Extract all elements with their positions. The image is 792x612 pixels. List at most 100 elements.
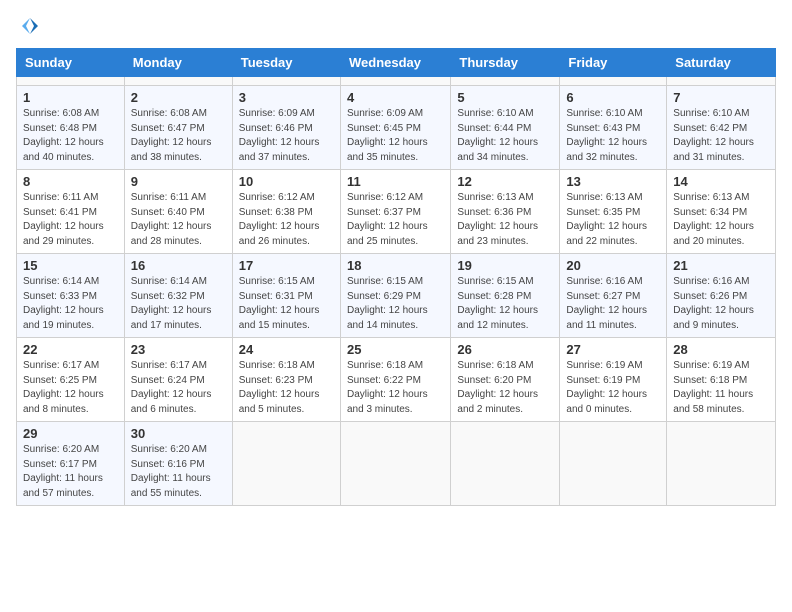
day-info: Sunrise: 6:14 AMSunset: 6:32 PMDaylight:…	[131, 275, 226, 333]
calendar-cell: 26 Sunrise: 6:18 AMSunset: 6:20 PMDaylig…	[451, 338, 560, 422]
day-number: 13	[566, 174, 660, 189]
calendar-cell	[17, 77, 125, 86]
calendar-week-row: 1 Sunrise: 6:08 AMSunset: 6:48 PMDayligh…	[17, 86, 776, 170]
day-info: Sunrise: 6:15 AMSunset: 6:28 PMDaylight:…	[457, 275, 553, 333]
calendar-week-row: 29 Sunrise: 6:20 AMSunset: 6:17 PMDaylig…	[17, 422, 776, 506]
day-number: 30	[131, 426, 226, 441]
logo-icon	[20, 16, 40, 36]
calendar-cell	[667, 77, 776, 86]
calendar-cell: 15 Sunrise: 6:14 AMSunset: 6:33 PMDaylig…	[17, 254, 125, 338]
day-number: 9	[131, 174, 226, 189]
day-header-saturday: Saturday	[667, 49, 776, 77]
calendar-cell	[340, 77, 450, 86]
calendar-cell	[232, 422, 340, 506]
day-number: 3	[239, 90, 334, 105]
day-number: 12	[457, 174, 553, 189]
calendar-week-row: 22 Sunrise: 6:17 AMSunset: 6:25 PMDaylig…	[17, 338, 776, 422]
calendar-cell	[124, 77, 232, 86]
day-header-sunday: Sunday	[17, 49, 125, 77]
calendar-cell: 14 Sunrise: 6:13 AMSunset: 6:34 PMDaylig…	[667, 170, 776, 254]
day-number: 6	[566, 90, 660, 105]
day-info: Sunrise: 6:17 AMSunset: 6:24 PMDaylight:…	[131, 359, 226, 417]
day-number: 22	[23, 342, 118, 357]
calendar-cell: 27 Sunrise: 6:19 AMSunset: 6:19 PMDaylig…	[560, 338, 667, 422]
day-header-friday: Friday	[560, 49, 667, 77]
day-header-monday: Monday	[124, 49, 232, 77]
calendar-cell: 23 Sunrise: 6:17 AMSunset: 6:24 PMDaylig…	[124, 338, 232, 422]
day-info: Sunrise: 6:10 AMSunset: 6:44 PMDaylight:…	[457, 107, 553, 165]
day-info: Sunrise: 6:09 AMSunset: 6:45 PMDaylight:…	[347, 107, 444, 165]
day-number: 28	[673, 342, 769, 357]
day-info: Sunrise: 6:10 AMSunset: 6:42 PMDaylight:…	[673, 107, 769, 165]
page-header	[16, 16, 776, 36]
calendar-cell: 18 Sunrise: 6:15 AMSunset: 6:29 PMDaylig…	[340, 254, 450, 338]
day-number: 26	[457, 342, 553, 357]
day-number: 23	[131, 342, 226, 357]
calendar-cell: 21 Sunrise: 6:16 AMSunset: 6:26 PMDaylig…	[667, 254, 776, 338]
day-info: Sunrise: 6:11 AMSunset: 6:40 PMDaylight:…	[131, 191, 226, 249]
day-number: 24	[239, 342, 334, 357]
day-info: Sunrise: 6:14 AMSunset: 6:33 PMDaylight:…	[23, 275, 118, 333]
day-number: 10	[239, 174, 334, 189]
day-number: 17	[239, 258, 334, 273]
calendar-cell: 4 Sunrise: 6:09 AMSunset: 6:45 PMDayligh…	[340, 86, 450, 170]
day-number: 4	[347, 90, 444, 105]
day-info: Sunrise: 6:12 AMSunset: 6:38 PMDaylight:…	[239, 191, 334, 249]
day-info: Sunrise: 6:19 AMSunset: 6:19 PMDaylight:…	[566, 359, 660, 417]
calendar-cell: 22 Sunrise: 6:17 AMSunset: 6:25 PMDaylig…	[17, 338, 125, 422]
day-info: Sunrise: 6:15 AMSunset: 6:29 PMDaylight:…	[347, 275, 444, 333]
day-info: Sunrise: 6:13 AMSunset: 6:35 PMDaylight:…	[566, 191, 660, 249]
day-info: Sunrise: 6:12 AMSunset: 6:37 PMDaylight:…	[347, 191, 444, 249]
calendar-cell: 12 Sunrise: 6:13 AMSunset: 6:36 PMDaylig…	[451, 170, 560, 254]
day-number: 2	[131, 90, 226, 105]
day-info: Sunrise: 6:18 AMSunset: 6:20 PMDaylight:…	[457, 359, 553, 417]
calendar-week-row: 15 Sunrise: 6:14 AMSunset: 6:33 PMDaylig…	[17, 254, 776, 338]
calendar-cell	[340, 422, 450, 506]
day-number: 11	[347, 174, 444, 189]
day-number: 8	[23, 174, 118, 189]
day-header-thursday: Thursday	[451, 49, 560, 77]
day-info: Sunrise: 6:15 AMSunset: 6:31 PMDaylight:…	[239, 275, 334, 333]
calendar-header-row: SundayMondayTuesdayWednesdayThursdayFrid…	[17, 49, 776, 77]
calendar-cell	[232, 77, 340, 86]
calendar-cell: 5 Sunrise: 6:10 AMSunset: 6:44 PMDayligh…	[451, 86, 560, 170]
day-info: Sunrise: 6:19 AMSunset: 6:18 PMDaylight:…	[673, 359, 769, 417]
calendar-cell	[560, 77, 667, 86]
calendar-week-row	[17, 77, 776, 86]
day-number: 14	[673, 174, 769, 189]
calendar-cell: 25 Sunrise: 6:18 AMSunset: 6:22 PMDaylig…	[340, 338, 450, 422]
day-info: Sunrise: 6:10 AMSunset: 6:43 PMDaylight:…	[566, 107, 660, 165]
calendar-table: SundayMondayTuesdayWednesdayThursdayFrid…	[16, 48, 776, 506]
day-info: Sunrise: 6:18 AMSunset: 6:23 PMDaylight:…	[239, 359, 334, 417]
day-number: 27	[566, 342, 660, 357]
day-number: 20	[566, 258, 660, 273]
day-info: Sunrise: 6:08 AMSunset: 6:48 PMDaylight:…	[23, 107, 118, 165]
calendar-cell	[451, 422, 560, 506]
day-header-tuesday: Tuesday	[232, 49, 340, 77]
day-number: 16	[131, 258, 226, 273]
day-info: Sunrise: 6:13 AMSunset: 6:36 PMDaylight:…	[457, 191, 553, 249]
calendar-cell: 11 Sunrise: 6:12 AMSunset: 6:37 PMDaylig…	[340, 170, 450, 254]
calendar-cell: 2 Sunrise: 6:08 AMSunset: 6:47 PMDayligh…	[124, 86, 232, 170]
day-info: Sunrise: 6:13 AMSunset: 6:34 PMDaylight:…	[673, 191, 769, 249]
calendar-cell: 16 Sunrise: 6:14 AMSunset: 6:32 PMDaylig…	[124, 254, 232, 338]
calendar-cell: 3 Sunrise: 6:09 AMSunset: 6:46 PMDayligh…	[232, 86, 340, 170]
day-info: Sunrise: 6:09 AMSunset: 6:46 PMDaylight:…	[239, 107, 334, 165]
day-info: Sunrise: 6:18 AMSunset: 6:22 PMDaylight:…	[347, 359, 444, 417]
calendar-cell: 20 Sunrise: 6:16 AMSunset: 6:27 PMDaylig…	[560, 254, 667, 338]
day-number: 7	[673, 90, 769, 105]
calendar-cell: 9 Sunrise: 6:11 AMSunset: 6:40 PMDayligh…	[124, 170, 232, 254]
calendar-cell: 19 Sunrise: 6:15 AMSunset: 6:28 PMDaylig…	[451, 254, 560, 338]
calendar-cell	[451, 77, 560, 86]
day-number: 15	[23, 258, 118, 273]
calendar-cell: 1 Sunrise: 6:08 AMSunset: 6:48 PMDayligh…	[17, 86, 125, 170]
calendar-cell: 13 Sunrise: 6:13 AMSunset: 6:35 PMDaylig…	[560, 170, 667, 254]
day-number: 19	[457, 258, 553, 273]
calendar-cell: 17 Sunrise: 6:15 AMSunset: 6:31 PMDaylig…	[232, 254, 340, 338]
day-header-wednesday: Wednesday	[340, 49, 450, 77]
day-info: Sunrise: 6:11 AMSunset: 6:41 PMDaylight:…	[23, 191, 118, 249]
calendar-cell: 24 Sunrise: 6:18 AMSunset: 6:23 PMDaylig…	[232, 338, 340, 422]
day-info: Sunrise: 6:16 AMSunset: 6:27 PMDaylight:…	[566, 275, 660, 333]
calendar-cell: 6 Sunrise: 6:10 AMSunset: 6:43 PMDayligh…	[560, 86, 667, 170]
day-number: 1	[23, 90, 118, 105]
